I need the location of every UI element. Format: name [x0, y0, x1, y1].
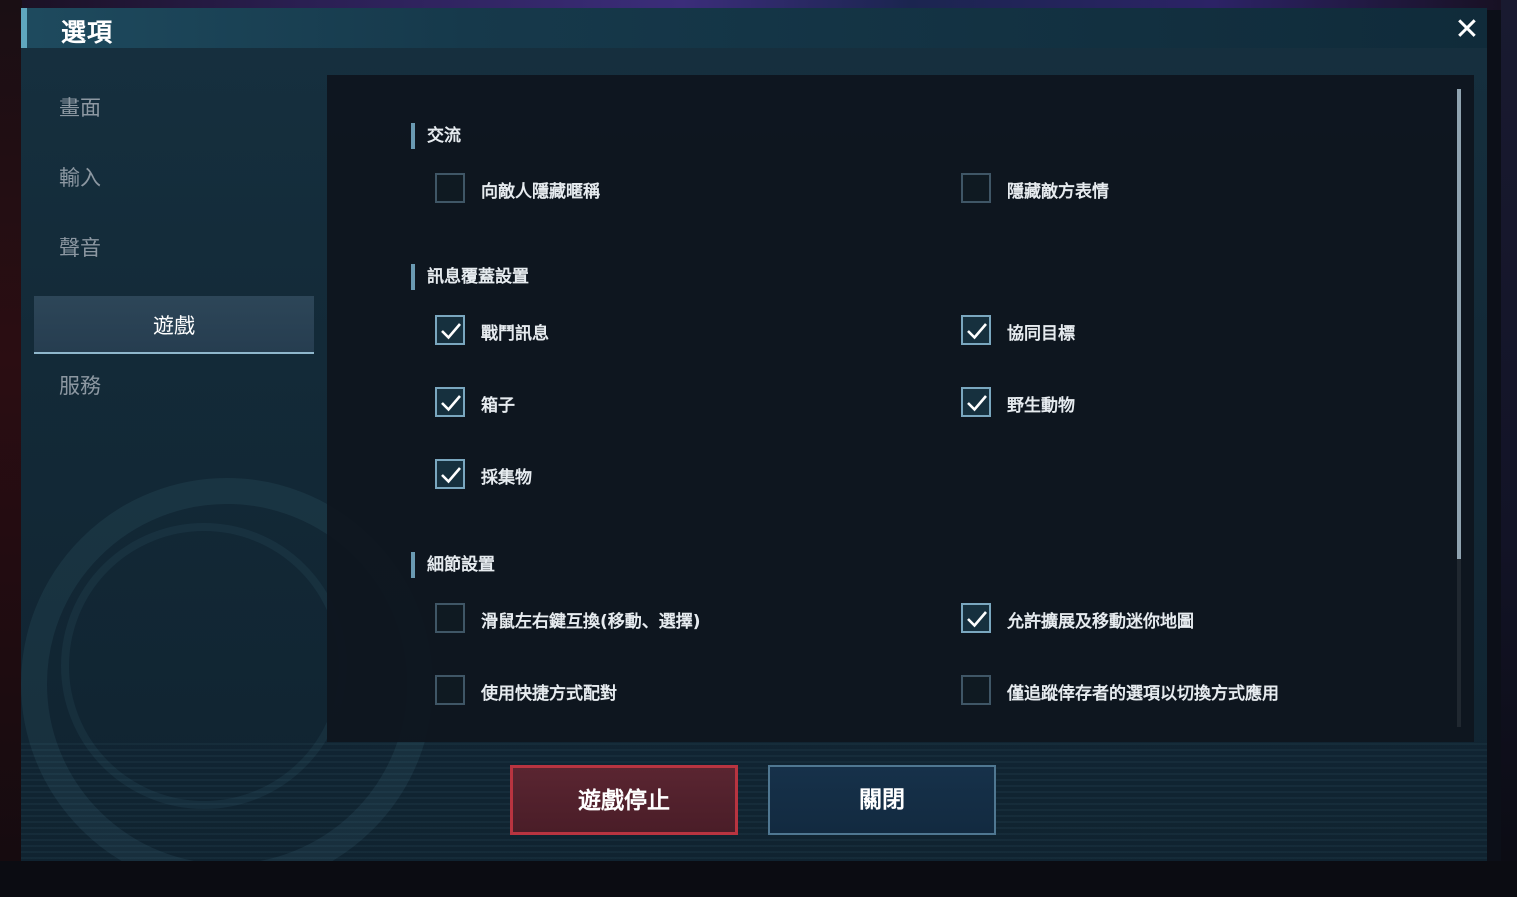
sidebar-item-game[interactable]: 遊戲 — [34, 296, 314, 354]
checkbox[interactable] — [961, 173, 991, 203]
checkmark-icon — [441, 395, 461, 412]
option-label: 採集物 — [481, 468, 532, 488]
checkmark-icon — [967, 395, 987, 412]
close-icon: ✕ — [1454, 12, 1480, 47]
section-title-communication: 交流 — [411, 123, 461, 149]
background-bottom — [0, 861, 1517, 897]
close-dialog-button[interactable]: 關閉 — [768, 765, 996, 835]
background-right — [1501, 0, 1517, 897]
option-label: 向敵人隱藏暱稱 — [481, 182, 600, 202]
option-label: 隱藏敵方表情 — [1007, 182, 1109, 202]
checkbox[interactable] — [961, 387, 991, 417]
sidebar-item-label: 畫面 — [59, 96, 101, 120]
checkmark-icon — [967, 323, 987, 340]
option-label: 滑鼠左右鍵互換(移動、選擇) — [481, 612, 701, 632]
title-bar: 選項 — [21, 8, 1487, 48]
option-label: 野生動物 — [1007, 396, 1075, 416]
sidebar-item-sound[interactable]: 聲音 — [34, 218, 314, 274]
checkbox[interactable] — [435, 459, 465, 489]
option-label: 協同目標 — [1007, 324, 1075, 344]
option-label: 箱子 — [481, 396, 515, 416]
sidebar-item-label: 輸入 — [59, 166, 101, 190]
sidebar-item-label: 遊戲 — [153, 314, 195, 338]
section-title-overlay: 訊息覆蓋設置 — [411, 264, 529, 290]
checkbox[interactable] — [961, 675, 991, 705]
sidebar-item-input[interactable]: 輸入 — [34, 148, 314, 204]
sidebar-item-service[interactable]: 服務 — [34, 356, 314, 412]
option-label: 戰鬥訊息 — [481, 324, 549, 344]
settings-panel: 交流 向敵人隱藏暱稱 隱藏敵方表情 訊息覆蓋設置 戰鬥訊息 協同目標 箱子 野生… — [327, 75, 1474, 742]
checkbox[interactable] — [435, 173, 465, 203]
checkmark-icon — [441, 323, 461, 340]
option-label: 允許擴展及移動迷你地圖 — [1007, 612, 1194, 632]
checkbox[interactable] — [961, 315, 991, 345]
sidebar-item-label: 服務 — [59, 374, 101, 398]
scrollbar-thumb[interactable] — [1457, 89, 1461, 559]
checkbox[interactable] — [435, 603, 465, 633]
scrollbar[interactable] — [1457, 89, 1461, 727]
decorative-lines — [21, 743, 1487, 861]
close-button[interactable]: ✕ — [1449, 12, 1485, 48]
option-label: 使用快捷方式配對 — [481, 684, 617, 704]
section-title-details: 細節設置 — [411, 552, 495, 578]
sidebar-item-label: 聲音 — [59, 236, 101, 260]
stop-game-button[interactable]: 遊戲停止 — [510, 765, 738, 835]
checkmark-icon — [967, 611, 987, 628]
checkbox[interactable] — [435, 315, 465, 345]
checkbox[interactable] — [435, 675, 465, 705]
option-label: 僅追蹤倖存者的選項以切換方式應用 — [1007, 684, 1279, 704]
checkbox[interactable] — [961, 603, 991, 633]
sidebar-item-display[interactable]: 畫面 — [34, 78, 314, 134]
checkbox[interactable] — [435, 387, 465, 417]
dialog-title: 選項 — [61, 18, 114, 47]
options-dialog: 選項 ✕ 畫面 輸入 聲音 遊戲 服務 交流 向敵人隱藏暱稱 隱藏敵方表情 訊息… — [21, 8, 1487, 861]
background-left — [0, 0, 22, 897]
checkmark-icon — [441, 467, 461, 484]
